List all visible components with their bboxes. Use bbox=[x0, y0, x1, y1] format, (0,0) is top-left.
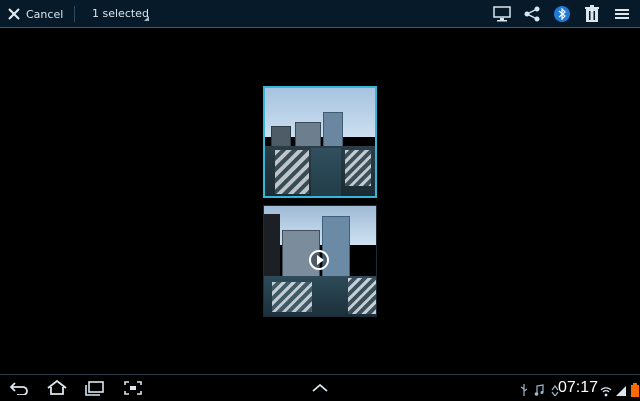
bluetooth-circle bbox=[554, 6, 570, 22]
status-icons bbox=[520, 381, 560, 400]
system-bar: 07:17 bbox=[0, 374, 640, 400]
action-bar: Cancel 1 selected bbox=[0, 0, 640, 28]
signal-icon bbox=[615, 382, 627, 401]
screenshot-icon[interactable] bbox=[120, 379, 146, 397]
video-boats bbox=[348, 278, 376, 314]
selection-count[interactable]: 1 selected bbox=[92, 7, 149, 20]
photo-water bbox=[311, 148, 341, 196]
video-boats bbox=[272, 282, 312, 312]
menu-icon[interactable] bbox=[612, 4, 632, 24]
divider bbox=[74, 6, 75, 22]
photo-building bbox=[295, 122, 321, 148]
bluetooth-icon[interactable] bbox=[552, 4, 572, 24]
music-icon bbox=[534, 381, 544, 400]
status-time: 07:17 bbox=[558, 379, 599, 396]
photo-boats bbox=[345, 150, 371, 186]
delete-icon[interactable] bbox=[582, 4, 602, 24]
photo-boats bbox=[275, 150, 309, 194]
screen-mirror-icon[interactable] bbox=[492, 4, 512, 24]
play-icon[interactable] bbox=[309, 250, 329, 270]
system-status-icons bbox=[600, 382, 640, 401]
play-triangle bbox=[316, 255, 324, 265]
gallery-area bbox=[0, 28, 640, 374]
wifi-icon bbox=[600, 382, 612, 401]
cancel-button[interactable]: Cancel bbox=[8, 5, 63, 23]
recent-apps-icon[interactable] bbox=[82, 379, 108, 397]
usb-icon bbox=[520, 381, 528, 400]
video-building bbox=[322, 216, 350, 278]
home-icon[interactable] bbox=[44, 379, 70, 397]
dropdown-indicator-icon bbox=[144, 16, 149, 21]
action-icons bbox=[492, 4, 632, 24]
cancel-label: Cancel bbox=[26, 7, 64, 21]
video-thumbnail[interactable] bbox=[263, 205, 377, 317]
chevron-up-icon[interactable] bbox=[307, 379, 333, 397]
video-sky bbox=[264, 206, 376, 245]
close-icon bbox=[8, 5, 20, 24]
photo-building bbox=[323, 112, 343, 148]
back-icon[interactable] bbox=[6, 379, 32, 397]
battery-icon bbox=[630, 382, 640, 401]
photo-thumbnail[interactable] bbox=[263, 86, 377, 198]
share-icon[interactable] bbox=[522, 4, 542, 24]
video-building bbox=[264, 214, 280, 284]
